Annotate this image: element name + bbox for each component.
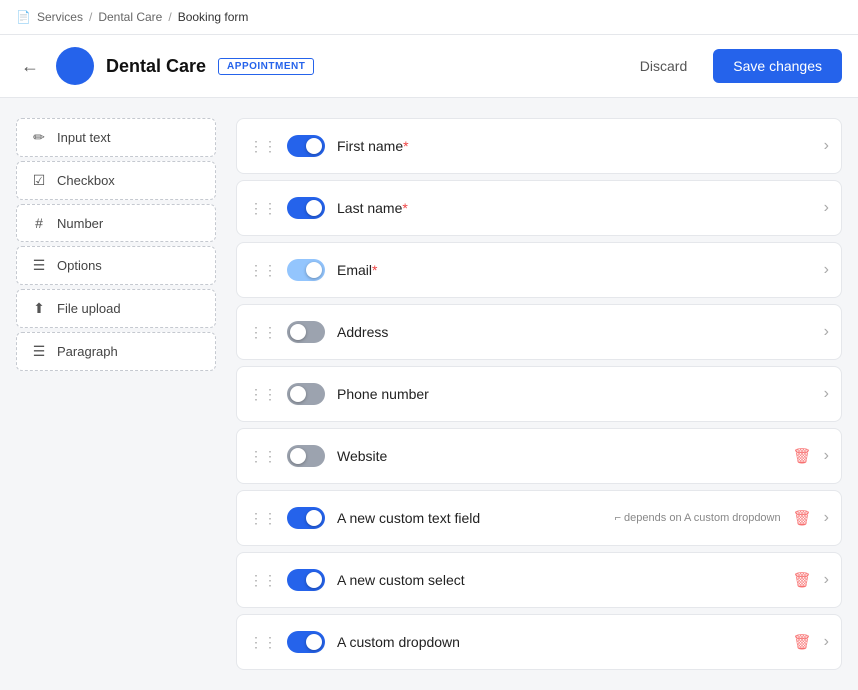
toggle-custom-select[interactable] bbox=[287, 569, 325, 591]
breadcrumb-sep1: / bbox=[89, 10, 92, 24]
breadcrumb-services[interactable]: Services bbox=[37, 10, 83, 24]
chevron-right-icon[interactable]: › bbox=[824, 385, 829, 403]
field-actions-custom-dropdown: 🗑› bbox=[789, 629, 829, 655]
chevron-right-icon[interactable]: › bbox=[824, 447, 829, 465]
header-left: ← Dental Care APPOINTMENT bbox=[16, 47, 314, 85]
field-row-custom-select[interactable]: ⋮⋮A new custom select🗑› bbox=[236, 552, 842, 608]
toggle-website[interactable] bbox=[287, 445, 325, 467]
field-row-website[interactable]: ⋮⋮Website🗑› bbox=[236, 428, 842, 484]
breadcrumb-current: Booking form bbox=[178, 10, 249, 24]
field-row-custom-text-field[interactable]: ⋮⋮ A new custom text field ⌐ depends on A … bbox=[236, 490, 842, 546]
toggle-custom-dropdown[interactable] bbox=[287, 631, 325, 653]
sidebar-item-input-text[interactable]: ✏ Input text bbox=[16, 118, 216, 157]
chevron-right-icon[interactable]: › bbox=[824, 199, 829, 217]
field-actions-custom-select: 🗑› bbox=[789, 567, 829, 593]
field-actions-address: › bbox=[824, 323, 829, 341]
required-star: * bbox=[372, 262, 377, 278]
delete-button-custom-dropdown[interactable]: 🗑 bbox=[789, 629, 816, 655]
required-star: * bbox=[402, 200, 407, 216]
header-right: Discard Save changes bbox=[626, 49, 842, 83]
field-row-phone-number[interactable]: ⋮⋮ Phone number › bbox=[236, 366, 842, 422]
field-actions-website: 🗑› bbox=[789, 443, 829, 469]
field-row-address[interactable]: ⋮⋮ Address › bbox=[236, 304, 842, 360]
number-icon: # bbox=[31, 215, 47, 231]
chevron-right-icon[interactable]: › bbox=[824, 571, 829, 589]
field-label-phone-number: Phone number bbox=[337, 386, 816, 402]
field-row-custom-dropdown[interactable]: ⋮⋮A custom dropdown🗑› bbox=[236, 614, 842, 670]
required-star: * bbox=[403, 138, 408, 154]
field-label-custom-select: A new custom select bbox=[337, 572, 781, 588]
drag-handle-icon[interactable]: ⋮⋮ bbox=[249, 138, 277, 155]
sidebar-label-number: Number bbox=[57, 216, 103, 231]
field-label-first-name: First name* bbox=[337, 138, 816, 154]
field-actions-custom-text-field: 🗑› bbox=[789, 505, 829, 531]
field-row-last-name[interactable]: ⋮⋮ Last name* › bbox=[236, 180, 842, 236]
sidebar: ✏ Input text ☑ Checkbox # Number ☰ Options ⬆ File… bbox=[16, 118, 216, 670]
sidebar-item-paragraph[interactable]: ☰ Paragraph bbox=[16, 332, 216, 371]
drag-handle-icon[interactable]: ⋮⋮ bbox=[249, 324, 277, 341]
breadcrumb: 📄 Services / Dental Care / Booking form bbox=[0, 0, 858, 35]
drag-handle-icon[interactable]: ⋮⋮ bbox=[249, 572, 277, 589]
drag-handle-icon[interactable]: ⋮⋮ bbox=[249, 262, 277, 279]
chevron-right-icon[interactable]: › bbox=[824, 323, 829, 341]
file-upload-icon: ⬆ bbox=[31, 300, 47, 317]
breadcrumb-icon: 📄 bbox=[16, 10, 31, 24]
delete-button-custom-text-field[interactable]: 🗑 bbox=[789, 505, 816, 531]
header: ← Dental Care APPOINTMENT Discard Save c… bbox=[0, 35, 858, 98]
sidebar-label-paragraph: Paragraph bbox=[57, 344, 118, 359]
back-button[interactable]: ← bbox=[16, 52, 44, 80]
page-title: Dental Care bbox=[106, 56, 206, 77]
field-actions-email: › bbox=[824, 261, 829, 279]
field-row-email[interactable]: ⋮⋮ Email* › bbox=[236, 242, 842, 298]
field-actions-last-name: › bbox=[824, 199, 829, 217]
field-row-first-name[interactable]: ⋮⋮ First name* › bbox=[236, 118, 842, 174]
field-actions-phone-number: › bbox=[824, 385, 829, 403]
drag-handle-icon[interactable]: ⋮⋮ bbox=[249, 510, 277, 527]
toggle-first-name[interactable] bbox=[287, 135, 325, 157]
sidebar-label-checkbox: Checkbox bbox=[57, 173, 115, 188]
appointment-badge: APPOINTMENT bbox=[218, 58, 314, 75]
sidebar-item-options[interactable]: ☰ Options bbox=[16, 246, 216, 285]
checkbox-icon: ☑ bbox=[31, 172, 47, 189]
field-label-last-name: Last name* bbox=[337, 200, 816, 216]
fields-area: ⋮⋮ First name* › ⋮⋮ Last name* › ⋮⋮ Email* › ⋮⋮ Ad… bbox=[236, 118, 842, 670]
toggle-phone-number[interactable] bbox=[287, 383, 325, 405]
drag-handle-icon[interactable]: ⋮⋮ bbox=[249, 386, 277, 403]
sidebar-item-number[interactable]: # Number bbox=[16, 204, 216, 242]
field-label-address: Address bbox=[337, 324, 816, 340]
sidebar-item-checkbox[interactable]: ☑ Checkbox bbox=[16, 161, 216, 200]
field-label-custom-dropdown: A custom dropdown bbox=[337, 634, 781, 650]
options-icon: ☰ bbox=[31, 257, 47, 274]
sidebar-label-input-text: Input text bbox=[57, 130, 110, 145]
field-actions-first-name: › bbox=[824, 137, 829, 155]
toggle-email[interactable] bbox=[287, 259, 325, 281]
toggle-address[interactable] bbox=[287, 321, 325, 343]
breadcrumb-dental[interactable]: Dental Care bbox=[98, 10, 162, 24]
main-content: ✏ Input text ☑ Checkbox # Number ☰ Options ⬆ File… bbox=[0, 98, 858, 690]
save-button[interactable]: Save changes bbox=[713, 49, 842, 83]
discard-button[interactable]: Discard bbox=[626, 50, 701, 82]
depends-badge: ⌐ depends on A custom dropdown bbox=[615, 512, 781, 524]
avatar bbox=[56, 47, 94, 85]
drag-handle-icon[interactable]: ⋮⋮ bbox=[249, 634, 277, 651]
field-label-custom-text-field: A new custom text field bbox=[337, 510, 607, 526]
toggle-custom-text-field[interactable] bbox=[287, 507, 325, 529]
field-label-website: Website bbox=[337, 448, 781, 464]
sidebar-item-file-upload[interactable]: ⬆ File upload bbox=[16, 289, 216, 328]
field-label-email: Email* bbox=[337, 262, 816, 278]
breadcrumb-sep2: / bbox=[168, 10, 171, 24]
paragraph-icon: ☰ bbox=[31, 343, 47, 360]
chevron-right-icon[interactable]: › bbox=[824, 509, 829, 527]
input-text-icon: ✏ bbox=[31, 129, 47, 146]
sidebar-label-file-upload: File upload bbox=[57, 301, 121, 316]
chevron-right-icon[interactable]: › bbox=[824, 137, 829, 155]
drag-handle-icon[interactable]: ⋮⋮ bbox=[249, 200, 277, 217]
chevron-right-icon[interactable]: › bbox=[824, 633, 829, 651]
chevron-right-icon[interactable]: › bbox=[824, 261, 829, 279]
toggle-last-name[interactable] bbox=[287, 197, 325, 219]
delete-button-custom-select[interactable]: 🗑 bbox=[789, 567, 816, 593]
sidebar-label-options: Options bbox=[57, 258, 102, 273]
drag-handle-icon[interactable]: ⋮⋮ bbox=[249, 448, 277, 465]
delete-button-website[interactable]: 🗑 bbox=[789, 443, 816, 469]
